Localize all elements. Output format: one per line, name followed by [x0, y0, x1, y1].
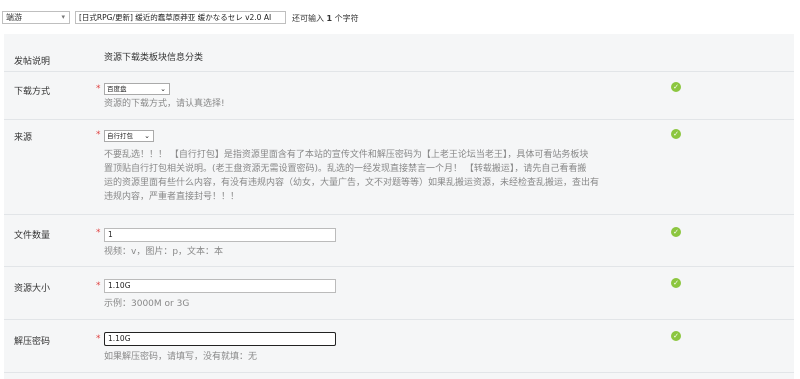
category-select-value: 端游 — [6, 13, 22, 22]
header-label: 发帖说明 — [14, 57, 51, 67]
required-mark: * — [96, 84, 101, 94]
password-input[interactable]: 1.10G — [104, 332, 336, 346]
source-label: 来源 — [14, 133, 33, 143]
divider — [4, 214, 794, 215]
password-help: 如果解压密码，请填写，没有就填：无 — [104, 352, 258, 362]
file-count-help: 视频：v，图片：p，文本：本 — [104, 247, 224, 257]
divider — [4, 372, 794, 373]
check-circle-icon: ✓ — [671, 82, 681, 92]
chevron-down-icon: ⌄ — [160, 85, 166, 93]
title-bar: 端游 ▾ [日式RPG/更新] 缓近的蠢草原莽亚 缓かなるセレ v2.0 AI … — [0, 0, 800, 32]
remaining-count: 1 — [326, 14, 333, 23]
download-label: 下载方式 — [14, 87, 51, 97]
size-input[interactable]: 1.10G — [104, 279, 336, 293]
check-circle-icon: ✓ — [671, 331, 681, 341]
required-mark: * — [96, 130, 101, 140]
divider — [4, 119, 794, 120]
download-select[interactable]: 百度盘 ⌄ — [104, 83, 170, 95]
divider — [4, 319, 794, 320]
thread-title-input[interactable]: [日式RPG/更新] 缓近的蠢草原莽亚 缓かなるセレ v2.0 AI — [75, 11, 286, 24]
divider — [4, 71, 794, 72]
password-label: 解压密码 — [14, 337, 51, 347]
chevron-down-icon: ⌄ — [144, 132, 150, 140]
category-select[interactable]: 端游 ▾ — [2, 11, 70, 24]
required-mark: * — [96, 228, 101, 238]
check-circle-icon: ✓ — [671, 278, 681, 288]
chevron-down-icon: ▾ — [61, 13, 65, 21]
required-mark: * — [96, 281, 101, 291]
source-select[interactable]: 自行打包 ⌄ — [104, 130, 154, 142]
required-mark: * — [96, 334, 101, 344]
header-text: 资源下载类板块信息分类 — [104, 53, 204, 63]
check-circle-icon: ✓ — [671, 227, 681, 237]
download-help: 资源的下载方式，请认真选择! — [104, 99, 225, 109]
file-count-input[interactable]: 1 — [104, 228, 336, 242]
size-help: 示例：3000M or 3G — [104, 299, 190, 309]
divider — [4, 266, 794, 267]
source-help: 不要乱选！！！ 【自行打包】是指资源里面含有了本站的宣传文件和解压密码为【上老王… — [104, 150, 600, 202]
file-count-label: 文件数量 — [14, 231, 51, 241]
char-remaining: 还可输入 1 个字符 — [292, 14, 359, 23]
size-label: 资源大小 — [14, 284, 51, 294]
check-circle-icon: ✓ — [671, 129, 681, 139]
